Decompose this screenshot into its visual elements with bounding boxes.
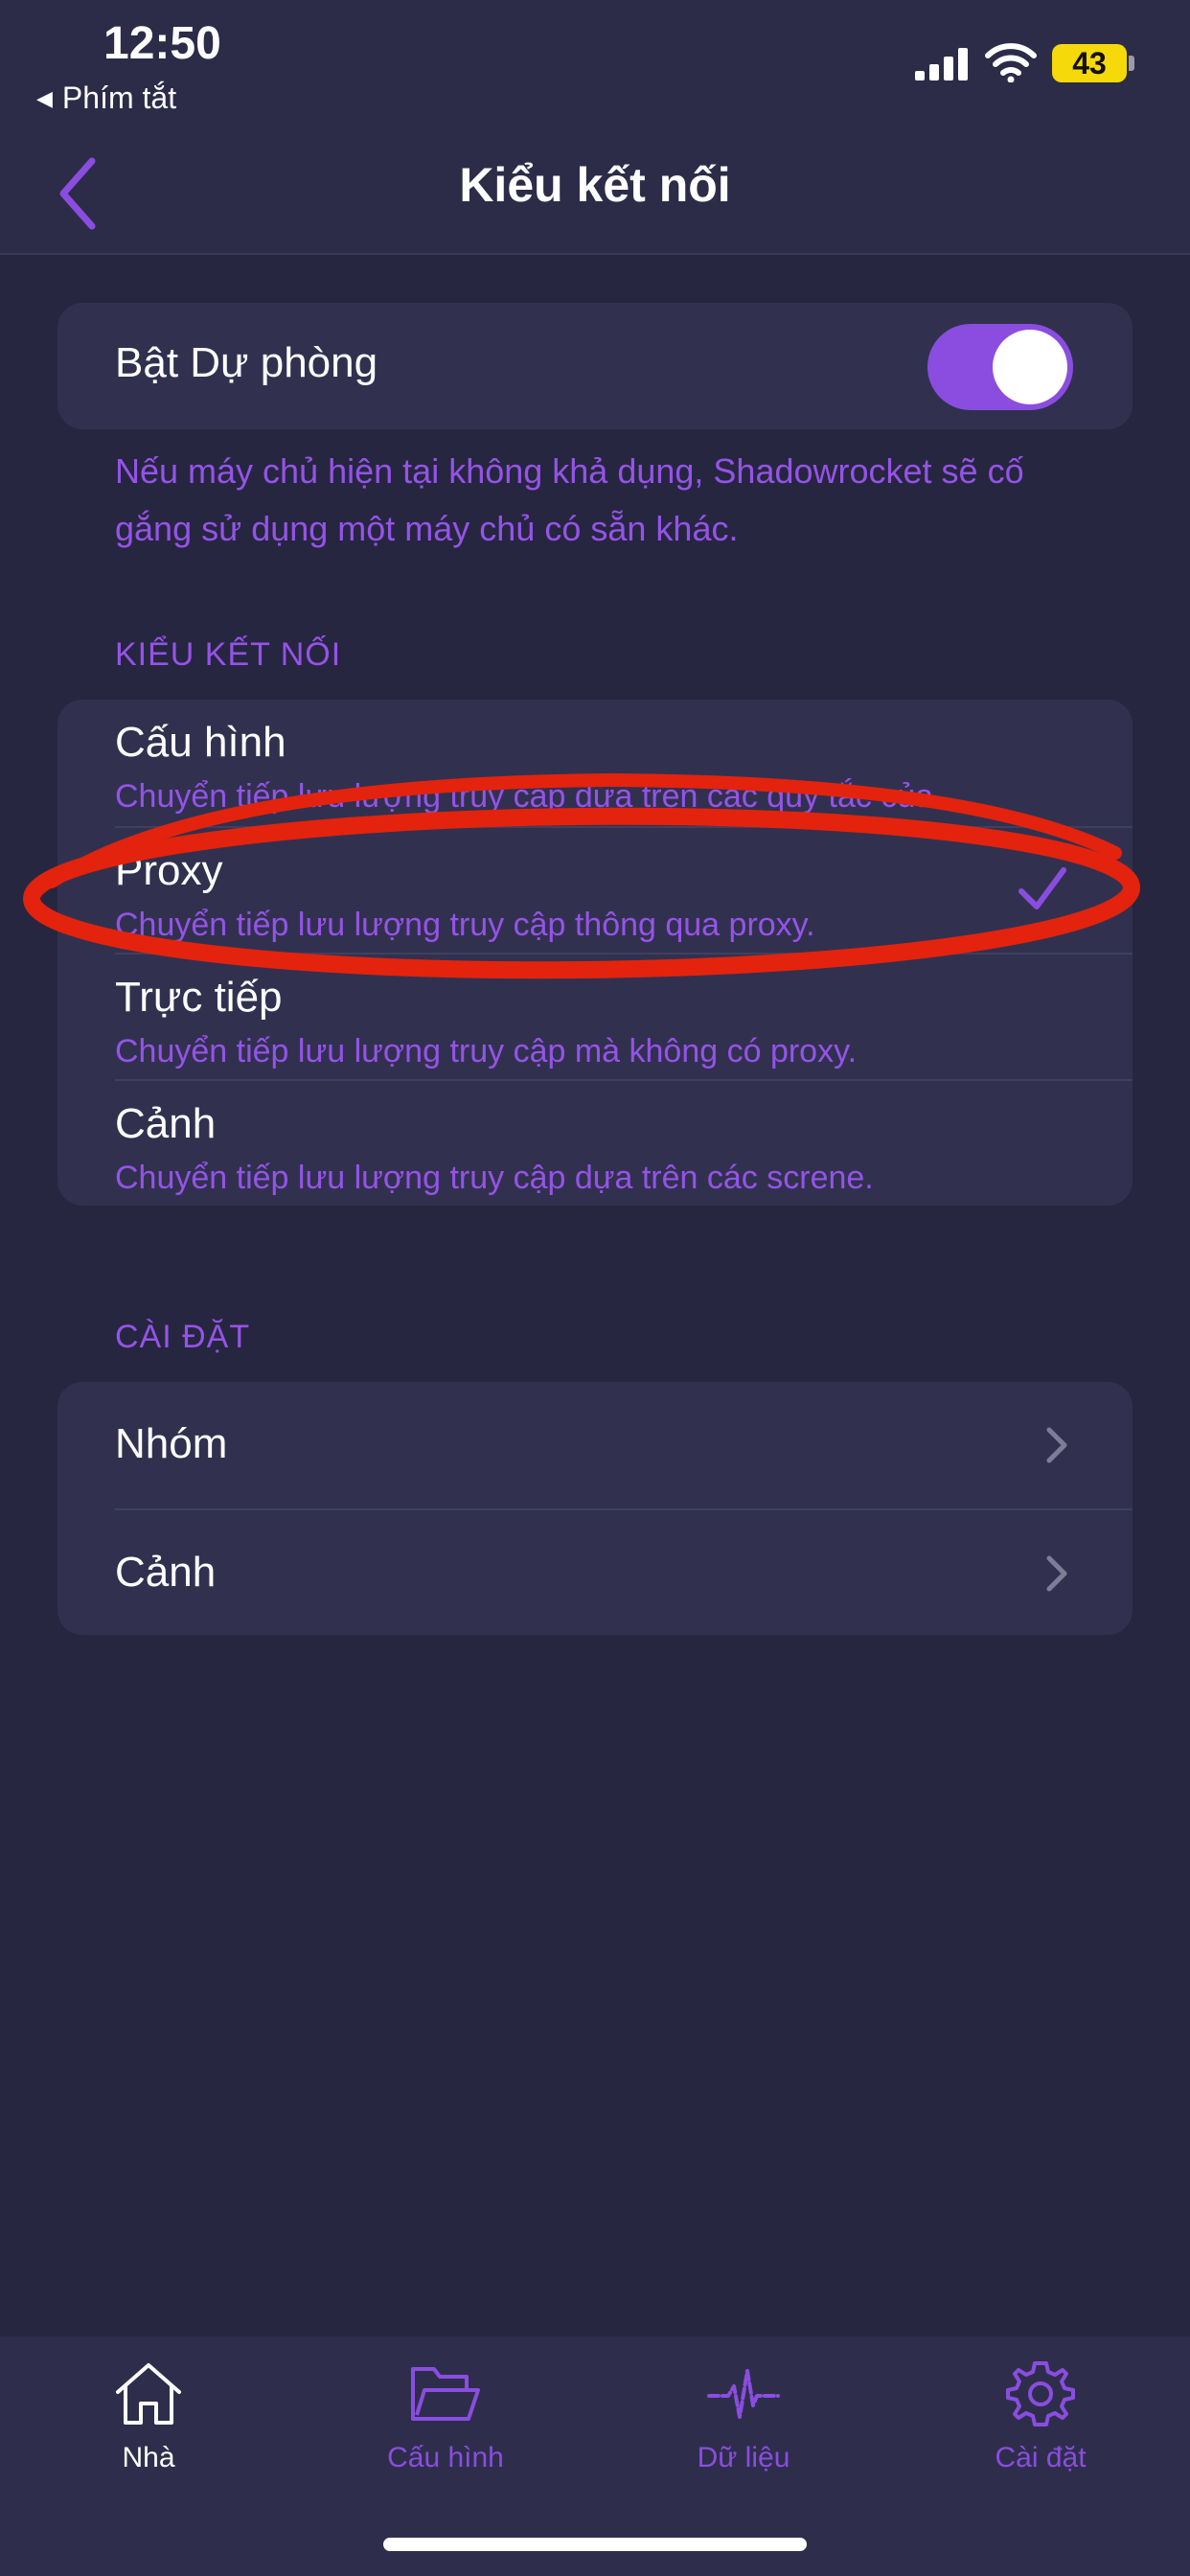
page-title: Kiểu kết nối xyxy=(459,158,731,212)
status-bar: 12:50 ◀ Phím tắt 43 xyxy=(0,0,1190,134)
settings-list: Nhóm Cảnh xyxy=(57,1382,1133,1635)
mode-title: Proxy xyxy=(115,847,223,894)
fallback-note: Nếu máy chủ hiện tại không khả dụng, Sha… xyxy=(115,451,1024,548)
mode-title: Cấu hình xyxy=(115,719,286,766)
gear-icon xyxy=(1006,2361,1075,2426)
tab-data[interactable]: Dữ liệu xyxy=(638,2358,849,2501)
folder-icon xyxy=(411,2367,480,2421)
tab-label: Nhà xyxy=(122,2442,175,2473)
signal-icon xyxy=(915,48,968,80)
navigation-bar: Kiểu kết nối xyxy=(0,134,1190,255)
home-indicator[interactable] xyxy=(383,2538,807,2551)
pulse-icon xyxy=(707,2369,780,2419)
settings-item-scene[interactable]: Cảnh xyxy=(57,1510,1133,1635)
toggle-knob xyxy=(993,330,1067,404)
mode-subtitle: Chuyển tiếp lưu lượng truy cập dựa trên … xyxy=(115,1160,874,1196)
tab-settings[interactable]: Cài đặt xyxy=(935,2358,1146,2501)
mode-title: Trực tiếp xyxy=(115,974,283,1021)
tab-label: Cấu hình xyxy=(387,2442,504,2473)
wifi-icon xyxy=(985,43,1037,82)
back-triangle-icon: ◀ xyxy=(36,85,53,110)
tab-label: Dữ liệu xyxy=(697,2442,790,2473)
mode-item-direct[interactable]: Trực tiếp Chuyển tiếp lưu lượng truy cập… xyxy=(57,954,1133,1079)
settings-item-title: Cảnh xyxy=(115,1549,217,1596)
mode-subtitle: Chuyển tiếp lưu lượng truy cập dựa trên … xyxy=(115,778,961,815)
mode-item-config[interactable]: Cấu hình Chuyển tiếp lưu lượng truy cập … xyxy=(57,700,1133,824)
chevron-right-icon xyxy=(1046,1555,1067,1592)
status-time: 12:50 xyxy=(103,18,221,69)
mode-subtitle: Chuyển tiếp lưu lượng truy cập mà không … xyxy=(115,1033,858,1070)
fallback-toggle-switch[interactable] xyxy=(927,324,1073,410)
back-app-label: Phím tắt xyxy=(61,80,177,115)
mode-title: Cảnh xyxy=(115,1100,217,1147)
settings-item-title: Nhóm xyxy=(115,1420,228,1467)
home-icon xyxy=(116,2363,181,2425)
fallback-toggle-row: Bật Dự phòng xyxy=(57,303,1133,429)
chevron-right-icon xyxy=(1046,1427,1067,1463)
mode-subtitle: Chuyển tiếp lưu lượng truy cập thông qua… xyxy=(115,907,815,943)
checkmark-icon xyxy=(1018,867,1066,909)
section-label-settings: CÀI ĐẶT xyxy=(115,1319,251,1355)
battery-icon: 43 xyxy=(1052,44,1127,82)
tab-home[interactable]: Nhà xyxy=(43,2358,254,2501)
mode-item-proxy[interactable]: Proxy Chuyển tiếp lưu lượng truy cập thô… xyxy=(57,828,1133,953)
tab-config[interactable]: Cấu hình xyxy=(340,2358,551,2501)
back-to-app-link[interactable]: ◀ Phím tắt xyxy=(36,80,176,116)
tab-label: Cài đặt xyxy=(995,2442,1087,2473)
battery-cap xyxy=(1129,56,1134,71)
connection-mode-list: Cấu hình Chuyển tiếp lưu lượng truy cập … xyxy=(57,700,1133,1206)
mode-item-scene[interactable]: Cảnh Chuyển tiếp lưu lượng truy cập dựa … xyxy=(57,1081,1133,1206)
section-label-connection-mode: KIỂU KẾT NỐI xyxy=(115,636,342,673)
settings-item-group[interactable]: Nhóm xyxy=(57,1382,1133,1508)
fallback-label: Bật Dự phòng xyxy=(115,339,378,386)
